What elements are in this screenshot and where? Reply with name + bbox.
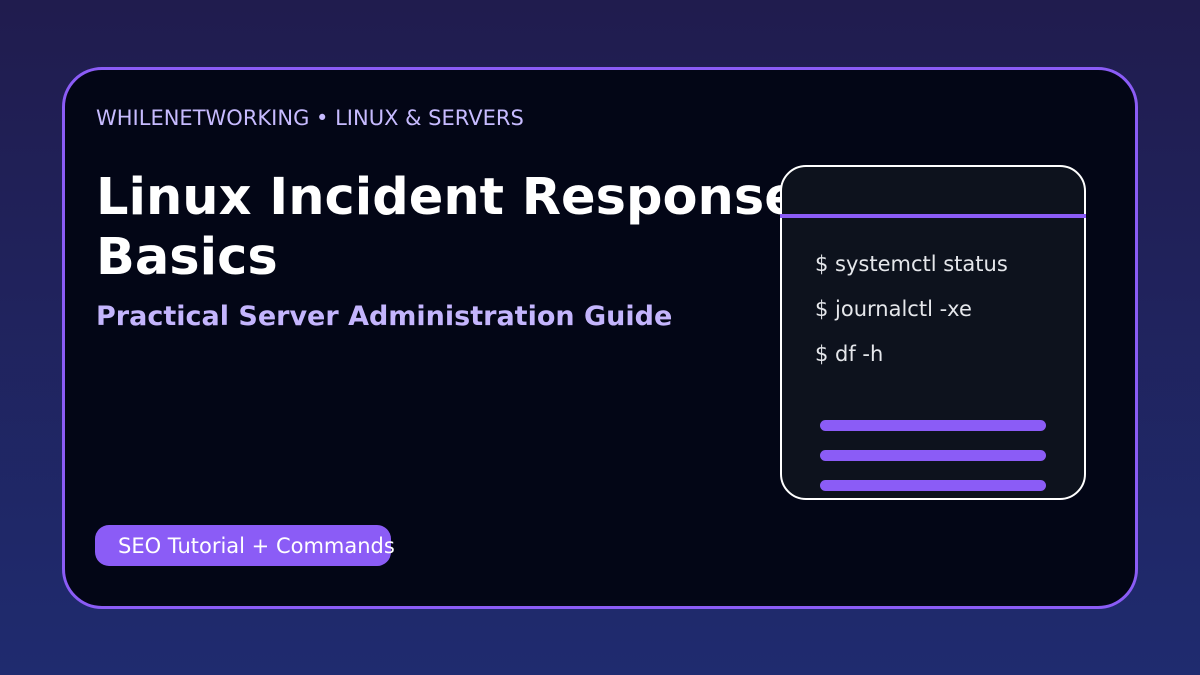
title-line-2: Basics	[96, 228, 278, 287]
terminal-command-systemctl: $ systemctl status	[815, 252, 1008, 276]
terminal-output-line	[820, 420, 1046, 431]
terminal-command-df: $ df -h	[815, 342, 884, 366]
terminal-output-line	[820, 480, 1046, 491]
terminal-output-line	[820, 450, 1046, 461]
terminal-command-journalctl: $ journalctl -xe	[815, 297, 972, 321]
terminal-title-divider	[780, 214, 1086, 218]
tutorial-badge-label: SEO Tutorial + Commands	[118, 534, 395, 558]
subtitle: Practical Server Administration Guide	[96, 301, 673, 332]
eyebrow-label: WHILENETWORKING • LINUX & SERVERS	[96, 106, 524, 130]
page-title: Linux Incident Response Basics	[96, 168, 799, 288]
title-line-1: Linux Incident Response	[96, 168, 799, 227]
